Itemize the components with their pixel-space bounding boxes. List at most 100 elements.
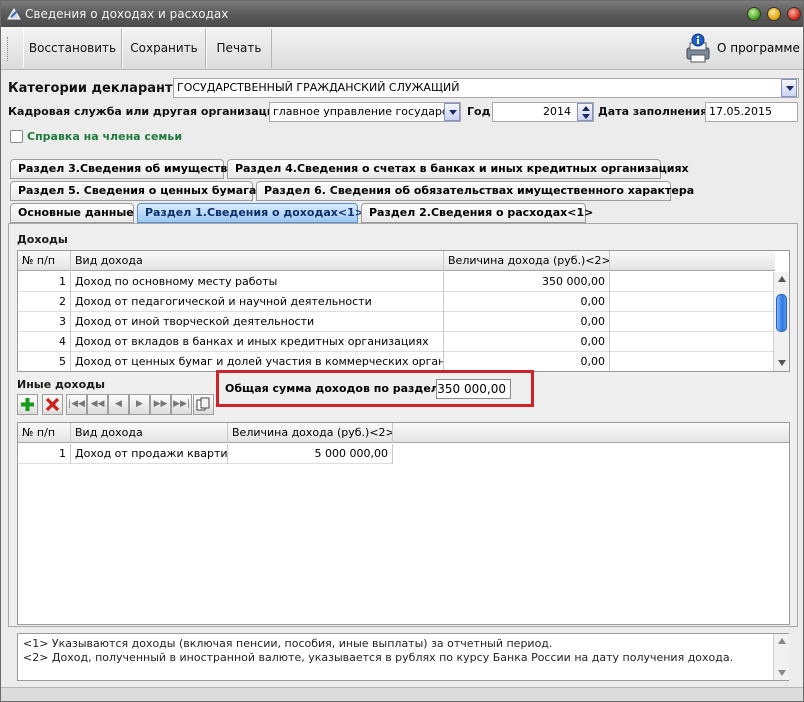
maximize-button[interactable] — [767, 7, 781, 21]
scroll-up-icon[interactable] — [778, 276, 786, 282]
row-type: Доход от педагогической и научной деятел… — [71, 292, 444, 312]
col-number[interactable]: № п/п — [18, 251, 71, 271]
tab-main-data[interactable]: Основные данные — [10, 203, 134, 223]
table-row[interactable]: 2 Доход от педагогической и научной деят… — [18, 292, 775, 312]
year-value: 2014 — [543, 105, 571, 118]
table-row[interactable]: 4 Доход от вкладов в банках и иных креди… — [18, 332, 775, 352]
about-button[interactable]: О программе — [717, 41, 800, 55]
footnote-1: <1> Указываются доходы (включая пенсии, … — [23, 637, 553, 650]
tab-label: Раздел 5. Сведения о ценных бумагах — [18, 184, 264, 197]
delete-row-button[interactable] — [42, 394, 63, 415]
category-value: ГОСУДАРСТВЕННЫЙ ГРАЖДАНСКИЙ СЛУЖАЩИЙ — [177, 81, 460, 94]
income-grid-header: № п/п Вид дохода Величина дохода (руб.)<… — [18, 251, 775, 271]
tab-section-5[interactable]: Раздел 5. Сведения о ценных бумагах — [10, 181, 263, 201]
tab-section-3[interactable]: Раздел 3.Сведения об имуществе — [10, 159, 235, 179]
other-income-grid: № п/п Вид дохода Величина дохода (руб.)<… — [17, 422, 790, 625]
category-label: Категории декларантов — [8, 81, 190, 96]
toolbar-grip — [7, 37, 9, 61]
row-amount[interactable]: 0,00 — [444, 312, 610, 332]
print-button[interactable]: Печать — [206, 29, 272, 68]
income-grid: № п/п Вид дохода Величина дохода (руб.)<… — [17, 250, 790, 372]
row-number: 2 — [18, 292, 71, 312]
table-row[interactable]: 1 Доход от продажи квартиры 5 000 000,00 — [18, 444, 393, 464]
main-window: Сведения о доходах и расходах Восстанови… — [0, 0, 804, 702]
info-printer-icon[interactable] — [684, 33, 712, 63]
footnotes: <1> Указываются доходы (включая пенсии, … — [17, 633, 789, 681]
table-row[interactable]: 1 Доход по основному месту работы 350 00… — [18, 272, 775, 292]
save-button[interactable]: Сохранить — [122, 29, 206, 68]
family-member-label[interactable]: Справка на члена семьи — [27, 130, 182, 143]
plus-icon — [21, 398, 34, 411]
row-number: 3 — [18, 312, 71, 332]
tab-section-1-income[interactable]: Раздел 1.Сведения о доходах<1> — [137, 203, 364, 223]
tab-section-2-expenses[interactable]: Раздел 2.Сведения о расходах<1> — [361, 203, 593, 223]
last-record-button[interactable]: ▶▶| — [171, 394, 192, 415]
row-number: 4 — [18, 332, 71, 352]
next-record-button[interactable]: ▶ — [129, 394, 150, 415]
family-member-checkbox[interactable] — [10, 130, 23, 143]
scroll-up-icon[interactable] — [778, 638, 786, 644]
year-spinner-icon[interactable] — [577, 103, 593, 121]
year-label: Год — [467, 105, 491, 118]
col-number[interactable]: № п/п — [18, 423, 71, 443]
scroll-down-icon[interactable] — [778, 360, 786, 366]
restore-button[interactable]: Восстановить — [23, 29, 122, 68]
row-number: 1 — [18, 272, 71, 292]
first-record-button[interactable]: |◀◀ — [66, 394, 87, 415]
row-type: Доход от вкладов в банках и иных кредитн… — [71, 332, 444, 352]
next-page-button[interactable]: ▶▶ — [150, 394, 171, 415]
title-bar[interactable]: Сведения о доходах и расходах — [1, 1, 803, 27]
col-amount[interactable]: Величина дохода (руб.)<2> — [228, 423, 393, 443]
category-dropdown-icon[interactable] — [781, 79, 797, 97]
tab-label: Раздел 2.Сведения о расходах<1> — [369, 206, 594, 219]
scroll-down-icon[interactable] — [778, 670, 786, 676]
other-income-title: Иные доходы — [17, 378, 105, 391]
main-toolbar: Восстановить Сохранить Печать О программ… — [1, 27, 803, 70]
tab-section-4[interactable]: Раздел 4.Сведения о счетах в банках и ин… — [227, 159, 689, 179]
income-title: Доходы — [17, 233, 68, 246]
org-dropdown-icon[interactable] — [444, 103, 460, 121]
org-value: главное управление государстве — [273, 105, 461, 118]
date-input[interactable]: 17.05.2015 — [705, 102, 798, 122]
close-button[interactable] — [787, 7, 801, 21]
total-label: Общая сумма доходов по разделу — [225, 382, 447, 395]
table-row[interactable]: 3 Доход от иной творческой деятельности … — [18, 312, 775, 332]
rewind-icon: ◀◀ — [90, 399, 105, 409]
prev-icon: ◀ — [115, 399, 122, 409]
total-value: 350 000,00 — [436, 379, 511, 399]
row-amount[interactable]: 0,00 — [444, 292, 610, 312]
scroll-thumb[interactable] — [776, 294, 787, 332]
row-type: Доход по основному месту работы — [71, 272, 444, 292]
next-icon: ▶ — [136, 399, 143, 409]
last-icon: ▶▶| — [173, 399, 190, 409]
tab-label: Раздел 6. Сведения об обязательствах иму… — [264, 184, 695, 197]
prev-page-button[interactable]: ◀◀ — [87, 394, 108, 415]
other-income-grid-header: № п/п Вид дохода Величина дохода (руб.)<… — [18, 423, 789, 443]
row-amount[interactable]: 0,00 — [444, 332, 610, 352]
row-amount[interactable]: 350 000,00 — [444, 272, 610, 292]
date-label: Дата заполнения — [598, 105, 708, 118]
income-scrollbar[interactable] — [773, 272, 789, 371]
col-type[interactable]: Вид дохода — [71, 423, 228, 443]
row-amount[interactable]: 0,00 — [444, 352, 610, 371]
col-amount[interactable]: Величина дохода (руб.)<2> — [444, 251, 610, 271]
tab-section-6[interactable]: Раздел 6. Сведения об обязательствах иму… — [256, 181, 694, 201]
row-type: Доход от ценных бумаг и долей участия в … — [71, 352, 444, 371]
tab-label: Раздел 3.Сведения об имуществе — [18, 162, 235, 175]
row-amount[interactable]: 5 000 000,00 — [228, 444, 393, 464]
app-icon — [7, 8, 21, 20]
col-type[interactable]: Вид дохода — [71, 251, 444, 271]
status-bar — [1, 687, 803, 701]
minimize-button[interactable] — [747, 7, 761, 21]
org-label: Кадровая служба или другая организация — [8, 105, 282, 118]
category-select[interactable]: ГОСУДАРСТВЕННЫЙ ГРАЖДАНСКИЙ СЛУЖАЩИЙ — [173, 78, 799, 98]
prev-record-button[interactable]: ◀ — [108, 394, 129, 415]
notes-scrollbar[interactable] — [773, 634, 789, 680]
tab-label: Основные данные — [18, 206, 134, 219]
tab-label: Раздел 1.Сведения о доходах<1> — [145, 206, 364, 219]
copy-button[interactable] — [193, 394, 214, 415]
org-select[interactable]: главное управление государстве — [269, 102, 461, 122]
table-row[interactable]: 5 Доход от ценных бумаг и долей участия … — [18, 352, 775, 371]
tab-label: Раздел 4.Сведения о счетах в банках и ин… — [235, 162, 689, 175]
add-row-button[interactable] — [17, 394, 38, 415]
